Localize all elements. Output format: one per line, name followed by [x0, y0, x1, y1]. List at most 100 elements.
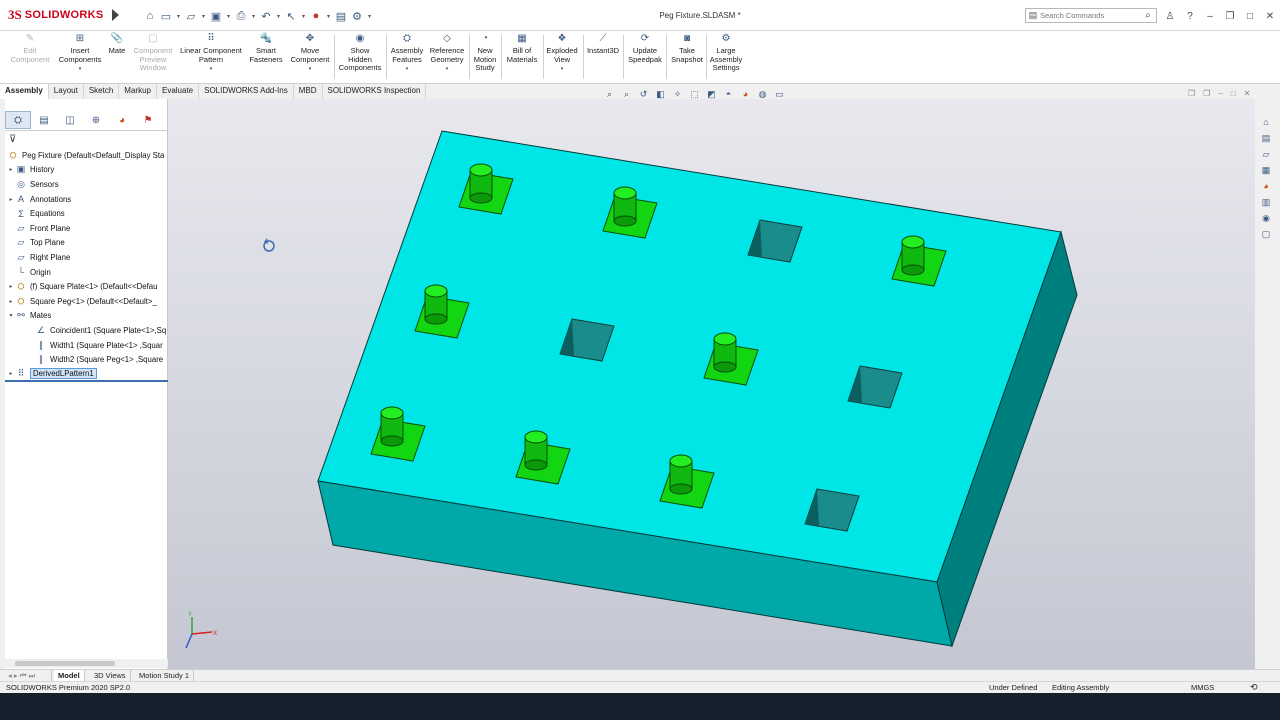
previous-view-icon[interactable]: ↺	[637, 88, 650, 101]
tree-node-square-plate[interactable]: ▸ ⛭ (f) Square Plate<1> (Default<<Defau	[5, 279, 168, 294]
home-icon[interactable]: ⌂	[143, 9, 157, 23]
tree-node-top-plane[interactable]: ▱ Top Plane	[5, 236, 168, 251]
display-style-icon[interactable]: ◩	[705, 88, 718, 101]
tree-node-annotations[interactable]: ▸ A Annotations	[5, 192, 168, 207]
new-dropdown-icon[interactable]: ▾	[175, 9, 182, 23]
viewport-close-icon[interactable]: ✕	[1244, 89, 1251, 101]
select-icon[interactable]: ↖	[284, 9, 298, 23]
expand-icon[interactable]: ▸	[7, 166, 15, 173]
new-icon[interactable]: ▭	[159, 9, 173, 23]
tree-node-coincident1[interactable]: ∠ Coincident1 (Square Plate<1>,Sq	[5, 323, 168, 338]
tab-addins[interactable]: SOLIDWORKS Add-Ins	[199, 84, 294, 99]
close-icon[interactable]: ✕	[1264, 9, 1276, 23]
tree-node-history[interactable]: ▸ ▣ History	[5, 163, 168, 178]
tab-mbd[interactable]: MBD	[293, 84, 323, 99]
menu-expand-arrow-icon[interactable]	[112, 9, 119, 21]
minimize-icon[interactable]: –	[1204, 9, 1216, 23]
print-icon[interactable]: ⎙	[234, 9, 248, 23]
solidworks-resources-icon[interactable]: ⌂	[1259, 115, 1274, 129]
cam-tab-icon[interactable]: ⚑	[135, 111, 161, 129]
section-view-icon[interactable]: ◧	[654, 88, 667, 101]
assembly-features-button[interactable]: ⛭ Assembly Features ▾	[388, 33, 426, 74]
large-assembly-settings-button[interactable]: ⚙ Large Assembly Settings	[708, 33, 744, 73]
collapse-icon[interactable]: ▾	[7, 312, 15, 319]
hide-show-items-icon[interactable]: ◓	[722, 88, 735, 101]
tab-markup[interactable]: Markup	[119, 84, 157, 99]
save-dropdown-icon[interactable]: ▾	[225, 9, 232, 23]
solidworks-forum-icon[interactable]: ◉	[1259, 211, 1274, 225]
expand-icon[interactable]: ▸	[7, 283, 15, 290]
tab-inspection[interactable]: SOLIDWORKS Inspection	[322, 84, 427, 99]
zoom-to-area-icon[interactable]: ⌕	[620, 88, 633, 101]
tab-3d-views[interactable]: 3D Views	[90, 670, 131, 681]
expand-icon[interactable]: ▸	[7, 298, 15, 305]
configuration-manager-tab-icon[interactable]: ◫	[57, 111, 83, 129]
take-snapshot-button[interactable]: ◙ Take Snapshot	[669, 33, 705, 64]
restore-icon[interactable]: ❐	[1224, 9, 1236, 23]
exploded-view-button[interactable]: ❖ Exploded View ▾	[544, 33, 580, 74]
tree-node-square-peg[interactable]: ▸ ⛭ Square Peg<1> (Default<<Default>_	[5, 294, 168, 309]
zoom-to-fit-icon[interactable]: ⌕	[603, 88, 616, 101]
rebuild-status-icon[interactable]: ⟲	[1250, 682, 1258, 693]
new-motion-study-button[interactable]: ◔ New Motion Study	[471, 33, 499, 73]
tree-node-width2[interactable]: ∥ Width2 (Square Peg<1> ,Square	[5, 352, 168, 367]
tree-node-root[interactable]: ⛭ Peg Fixture (Default<Default_Display S…	[5, 148, 168, 163]
tree-node-origin[interactable]: └ Origin	[5, 265, 168, 280]
instant3d-button[interactable]: ⟋ Instant3D	[585, 33, 621, 56]
help-icon[interactable]: ?	[1184, 9, 1196, 23]
tree-horizontal-scrollbar[interactable]	[5, 659, 168, 668]
scrollbar-thumb[interactable]	[15, 661, 115, 666]
tree-node-mates[interactable]: ▾ ⚯ Mates	[5, 309, 168, 324]
graphics-area[interactable]: X Y	[168, 99, 1255, 669]
tab-motion-study[interactable]: Motion Study 1	[135, 670, 195, 681]
rebuild-icon[interactable]: ●	[309, 9, 323, 23]
rebuild-dropdown-icon[interactable]: ▾	[325, 9, 332, 23]
edit-component-button[interactable]: ✎ Edit Component	[8, 33, 52, 64]
maximize-icon[interactable]: □	[1244, 9, 1256, 23]
insert-components-button[interactable]: ⊞ Insert Components ▾	[56, 33, 104, 74]
exploded-view-dropdown-icon[interactable]: ▾	[561, 65, 564, 74]
search-input[interactable]: Search Commands	[1040, 11, 1140, 20]
view-palette-icon[interactable]: ▦	[1259, 163, 1274, 177]
expand-icon[interactable]: ▸	[7, 196, 15, 203]
tab-model[interactable]: Model	[54, 670, 85, 681]
unit-system[interactable]: MMGS	[1191, 682, 1214, 693]
tree-node-front-plane[interactable]: ▱ Front Plane	[5, 221, 168, 236]
dimxpert-tab-icon[interactable]: ⊕	[83, 111, 109, 129]
feature-manager-tab-icon[interactable]: ⛭	[5, 111, 31, 129]
search-commands[interactable]: ▤ Search Commands ⌕	[1025, 8, 1157, 23]
print-dropdown-icon[interactable]: ▾	[250, 9, 257, 23]
file-properties-icon[interactable]: ▤	[334, 9, 348, 23]
viewport-minimize-icon[interactable]: –	[1218, 89, 1222, 101]
tab-layout[interactable]: Layout	[48, 84, 84, 99]
open-dropdown-icon[interactable]: ▾	[200, 9, 207, 23]
show-hidden-components-button[interactable]: ◉ Show Hidden Components	[336, 33, 384, 73]
appearances-icon[interactable]: ◕	[1259, 179, 1274, 193]
assembly-model-view[interactable]: X Y	[168, 99, 1255, 669]
expand-icon[interactable]: ▸	[7, 370, 15, 377]
dynamic-annotation-icon[interactable]: ✧	[671, 88, 684, 101]
design-library-icon[interactable]: ▤	[1259, 131, 1274, 145]
tab-evaluate[interactable]: Evaluate	[156, 84, 200, 99]
filter-icon[interactable]: ⊽	[9, 134, 16, 145]
file-explorer-icon[interactable]: ▱	[1259, 147, 1274, 161]
user-icon[interactable]: ♙	[1164, 9, 1176, 23]
viewport-tile-icon[interactable]: ❐	[1203, 89, 1210, 101]
apply-scene-icon[interactable]: ◍	[756, 88, 769, 101]
viewport-maximize-icon[interactable]: □	[1231, 89, 1236, 101]
view-orientation-icon[interactable]: ⬚	[688, 88, 701, 101]
undo-icon[interactable]: ↶	[259, 9, 273, 23]
save-icon[interactable]: ▣	[209, 9, 223, 23]
viewport-restore-icon[interactable]: ❐	[1188, 89, 1195, 101]
component-preview-window-button[interactable]: ▢ Component Preview Window	[130, 33, 176, 73]
solidworks-logo[interactable]: 3S SOLIDWORKS	[8, 4, 108, 26]
select-dropdown-icon[interactable]: ▾	[300, 9, 307, 23]
assembly-features-dropdown-icon[interactable]: ▾	[406, 65, 409, 74]
options-icon[interactable]: ⚙	[350, 9, 364, 23]
smart-fasteners-button[interactable]: 🔩 Smart Fasteners	[248, 33, 284, 64]
extra-pane-icon[interactable]: ▢	[1259, 227, 1274, 241]
tab-assembly[interactable]: Assembly	[0, 84, 49, 99]
edit-appearance-icon[interactable]: ◕	[739, 88, 752, 101]
mate-button[interactable]: 📎 Mate	[106, 33, 128, 56]
tree-node-sensors[interactable]: ◎ Sensors	[5, 177, 168, 192]
